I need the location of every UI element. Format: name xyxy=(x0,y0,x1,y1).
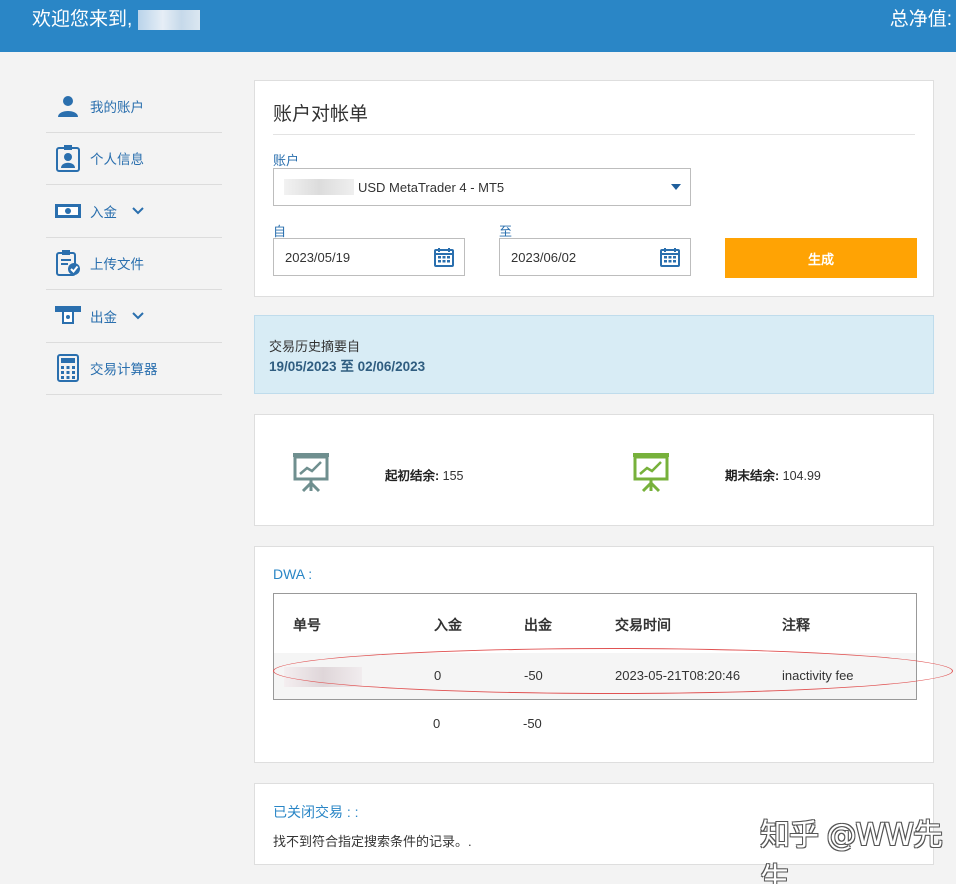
sidebar-item-personal-info[interactable]: 个人信息 xyxy=(46,133,222,185)
closing-balance-value: 104.99 xyxy=(782,469,821,483)
sidebar: 我的账户 个人信息 入金 上传文件 出金 交易计算器 xyxy=(46,80,222,395)
dwa-card: DWA : 单号 入金 出金 交易时间 注释 0 -50 2023-05-21T… xyxy=(254,546,934,763)
sidebar-item-upload-files[interactable]: 上传文件 xyxy=(46,238,222,290)
blurred-username xyxy=(138,9,201,30)
blurred-account-number xyxy=(284,179,354,195)
sidebar-item-withdraw[interactable]: 出金 xyxy=(46,290,222,343)
column-header-ticket: 单号 xyxy=(293,617,321,633)
account-select-value: USD MetaTrader 4 - MT5 xyxy=(358,179,505,195)
welcome-message: 欢迎您来到, xyxy=(32,4,201,31)
column-header-withdraw: 出金 xyxy=(524,617,552,633)
blurred-ticket-number xyxy=(284,667,362,687)
presentation-chart-icon xyxy=(631,451,671,498)
sidebar-item-label: 交易计算器 xyxy=(90,362,158,378)
clipboard-check-icon xyxy=(54,249,82,277)
sidebar-item-label: 入金 xyxy=(90,204,117,220)
opening-balance-value: 155 xyxy=(442,469,464,483)
user-icon xyxy=(54,92,82,120)
chevron-down-icon[interactable] xyxy=(131,309,145,323)
row-withdraw: -50 xyxy=(524,668,543,683)
summary-label: 交易历史摘要自 xyxy=(269,339,361,354)
sidebar-item-deposit[interactable]: 入金 xyxy=(46,185,222,238)
generate-button[interactable]: 生成 xyxy=(725,238,917,278)
column-header-note: 注释 xyxy=(782,617,810,633)
to-date-value: 2023/06/02 xyxy=(511,249,577,265)
dwa-title: DWA : xyxy=(273,566,313,582)
opening-balance-text: 起初结余: 155 xyxy=(385,465,464,484)
calculator-icon xyxy=(54,354,82,383)
closing-balance: 期末结余: 104.99 xyxy=(631,451,821,498)
calendar-icon[interactable] xyxy=(434,247,454,270)
opening-balance: 起初结余: 155 xyxy=(291,451,464,498)
row-note: inactivity fee xyxy=(782,668,854,683)
sidebar-item-my-account[interactable]: 我的账户 xyxy=(46,80,222,133)
summary-date-range: 19/05/2023 至 02/06/2023 xyxy=(269,359,426,374)
from-date-input[interactable]: 2023/05/19 xyxy=(273,238,465,276)
watermark: 知乎 @WW先生 xyxy=(760,818,943,884)
column-header-time: 交易时间 xyxy=(615,617,671,633)
chevron-down-icon[interactable] xyxy=(131,204,145,218)
history-summary-banner: 交易历史摘要自 19/05/2023 至 02/06/2023 xyxy=(254,315,934,394)
sidebar-item-trading-calculator[interactable]: 交易计算器 xyxy=(46,343,222,395)
calendar-icon[interactable] xyxy=(660,247,680,270)
no-records-message: 找不到符合指定搜索条件的记录。. xyxy=(273,834,472,849)
net-worth-label: 总净值: xyxy=(889,9,952,30)
row-time: 2023-05-21T08:20:46 xyxy=(615,668,741,683)
total-withdraw: -50 xyxy=(523,716,542,731)
dwa-table: 单号 入金 出金 交易时间 注释 0 -50 2023-05-21T08:20:… xyxy=(273,593,917,700)
caret-down-icon xyxy=(671,184,681,190)
account-select[interactable]: USD MetaTrader 4 - MT5 xyxy=(273,168,691,206)
cash-icon xyxy=(54,197,82,225)
column-header-deposit: 入金 xyxy=(434,617,462,633)
total-deposit: 0 xyxy=(433,716,441,731)
sidebar-item-label: 上传文件 xyxy=(90,257,144,273)
from-date-value: 2023/05/19 xyxy=(285,249,351,265)
page-title: 账户对帐单 xyxy=(273,104,369,125)
row-deposit: 0 xyxy=(434,668,442,683)
title-divider xyxy=(273,134,915,135)
closed-trades-title: 已关闭交易 : : xyxy=(273,804,359,820)
sidebar-item-label: 我的账户 xyxy=(90,99,144,115)
welcome-text: 欢迎您来到, xyxy=(32,9,133,30)
balances-card: 起初结余: 155 期末结余: 104.99 xyxy=(254,414,934,526)
sidebar-item-label: 出金 xyxy=(90,309,117,325)
sidebar-item-label: 个人信息 xyxy=(90,152,144,168)
atm-withdraw-icon xyxy=(54,302,82,330)
top-bar: 欢迎您来到, 总净值: xyxy=(0,0,956,52)
presentation-chart-icon xyxy=(291,451,331,498)
closing-balance-label: 期末结余: xyxy=(725,469,780,483)
account-label: 账户 xyxy=(273,153,300,168)
statement-form-card: 账户对帐单 账户 USD MetaTrader 4 - MT5 自 2023/0… xyxy=(254,80,934,297)
closing-balance-text: 期末结余: 104.99 xyxy=(725,465,821,484)
to-date-input[interactable]: 2023/06/02 xyxy=(499,238,691,276)
opening-balance-label: 起初结余: xyxy=(385,469,440,483)
id-badge-icon xyxy=(54,144,82,173)
table-row: 0 -50 2023-05-21T08:20:46 inactivity fee xyxy=(274,653,916,699)
